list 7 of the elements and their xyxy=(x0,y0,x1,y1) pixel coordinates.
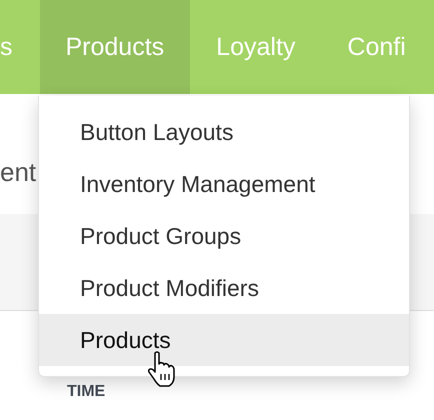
menu-item[interactable]: Products xyxy=(39,314,409,366)
menu-item[interactable]: Product Groups xyxy=(39,210,409,262)
menu-item[interactable]: Button Layouts xyxy=(39,106,409,158)
page-heading: ent xyxy=(0,156,36,189)
column-header: TIME xyxy=(67,383,106,401)
menu-item[interactable]: Inventory Management xyxy=(39,158,409,210)
menu-item[interactable]: Product Modifiers xyxy=(39,262,409,314)
